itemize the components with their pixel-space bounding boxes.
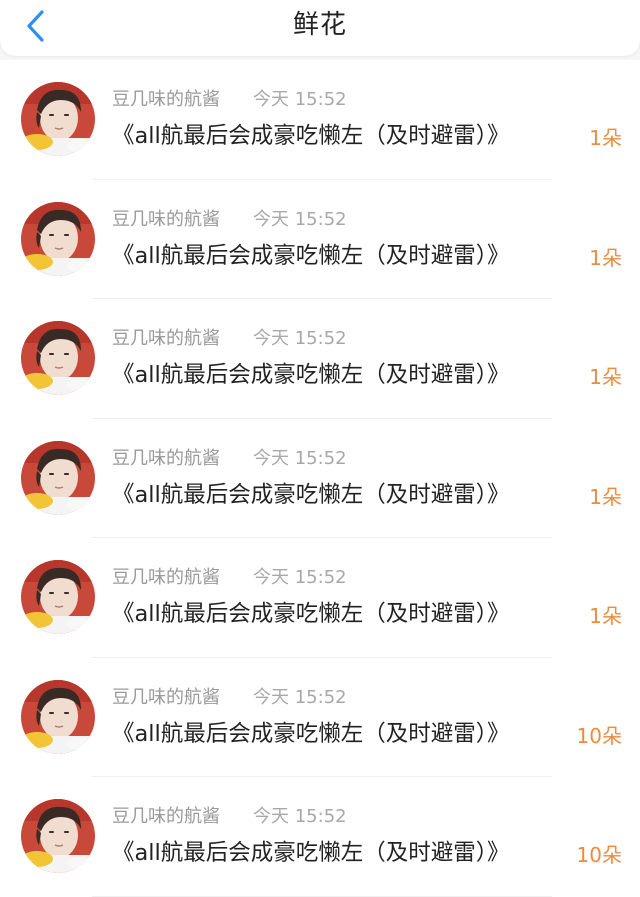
user-avatar-image — [21, 560, 95, 634]
user-avatar-image — [21, 321, 95, 395]
work-title-link[interactable]: 《all航最后会成豪吃懒左（及时避雷）》 — [112, 120, 510, 152]
sender-name[interactable]: 豆几味的航酱 — [112, 88, 220, 112]
user-avatar-image — [21, 82, 95, 156]
list-item[interactable]: 豆几味的航酱 今天 15:52 《all航最后会成豪吃懒左（及时避雷）》 1朵 — [0, 538, 640, 658]
avatar[interactable] — [21, 201, 95, 276]
top-bar: 鲜花 — [0, 0, 640, 56]
flower-count: 1朵 — [589, 245, 622, 270]
user-avatar-image — [21, 679, 95, 754]
timestamp: 今天 15:52 — [253, 89, 347, 110]
list-item[interactable]: 豆几味的航酱 今天 15:52 《all航最后会成豪吃懒左（及时避雷）》 1朵 — [0, 179, 640, 299]
list-item[interactable]: 豆几味的航酱 今天 15:52 《all航最后会成豪吃懒左（及时避雷）》 10朵 — [0, 777, 640, 897]
user-avatar-image — [21, 440, 95, 515]
sender-name[interactable]: 豆几味的航酱 — [112, 447, 220, 471]
work-title-link[interactable]: 《all航最后会成豪吃懒左（及时避雷）》 — [112, 598, 510, 630]
avatar[interactable] — [21, 82, 95, 156]
list-item[interactable]: 豆几味的航酱 今天 15:52 《all航最后会成豪吃懒左（及时避雷）》 1朵 — [0, 299, 640, 419]
divider — [92, 895, 552, 897]
user-avatar-image — [21, 201, 95, 276]
flower-count: 1朵 — [589, 484, 622, 509]
sender-name[interactable]: 豆几味的航酱 — [112, 686, 220, 710]
work-title-link[interactable]: 《all航最后会成豪吃懒左（及时避雷）》 — [112, 240, 510, 272]
work-title-link[interactable]: 《all航最后会成豪吃懒左（及时避雷）》 — [112, 479, 510, 511]
flower-count: 1朵 — [589, 365, 622, 389]
list-item[interactable]: 豆几味的航酱 今天 15:52 《all航最后会成豪吃懒左（及时避雷）》 10朵 — [0, 657, 640, 777]
flower-count: 10朵 — [576, 843, 622, 867]
avatar[interactable] — [21, 440, 95, 515]
timestamp: 今天 15:52 — [253, 806, 347, 827]
user-avatar-image — [21, 799, 95, 873]
avatar[interactable] — [21, 321, 95, 395]
flower-count: 10朵 — [576, 723, 622, 748]
list-item[interactable]: 豆几味的航酱 今天 15:52 《all航最后会成豪吃懒左（及时避雷）》 1朵 — [0, 418, 640, 538]
timestamp: 今天 15:52 — [253, 447, 347, 469]
avatar[interactable] — [21, 560, 95, 634]
flower-count: 1朵 — [589, 604, 622, 628]
page-title: 鲜花 — [292, 10, 347, 40]
sender-name[interactable]: 豆几味的航酱 — [112, 805, 220, 829]
sender-name[interactable]: 豆几味的航酱 — [112, 566, 220, 590]
timestamp: 今天 15:52 — [253, 208, 347, 230]
flower-record-list: 豆几味的航酱 今天 15:52 《all航最后会成豪吃懒左（及时避雷）》 1朵 … — [0, 60, 640, 897]
timestamp: 今天 15:52 — [253, 686, 347, 708]
avatar[interactable] — [21, 799, 95, 873]
sender-name[interactable]: 豆几味的航酱 — [112, 327, 220, 351]
flower-count: 1朵 — [589, 126, 622, 150]
work-title-link[interactable]: 《all航最后会成豪吃懒左（及时避雷）》 — [112, 359, 510, 391]
avatar[interactable] — [21, 679, 95, 754]
work-title-link[interactable]: 《all航最后会成豪吃懒左（及时避雷）》 — [112, 837, 510, 869]
timestamp: 今天 15:52 — [253, 328, 347, 349]
work-title-link[interactable]: 《all航最后会成豪吃懒左（及时避雷）》 — [112, 718, 510, 750]
sender-name[interactable]: 豆几味的航酱 — [112, 208, 220, 232]
list-item[interactable]: 豆几味的航酱 今天 15:52 《all航最后会成豪吃懒左（及时避雷）》 1朵 — [0, 60, 640, 180]
timestamp: 今天 15:52 — [253, 567, 347, 588]
